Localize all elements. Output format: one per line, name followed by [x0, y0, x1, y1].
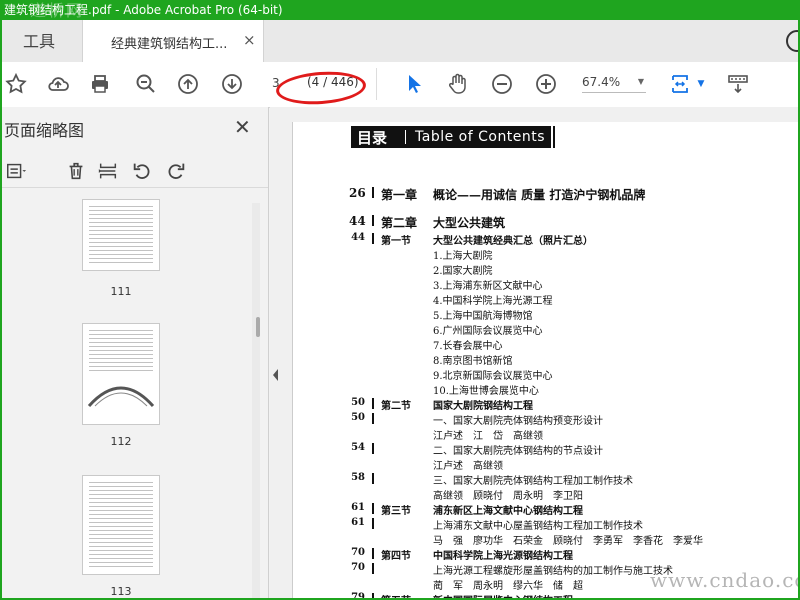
window-frame — [0, 0, 800, 600]
